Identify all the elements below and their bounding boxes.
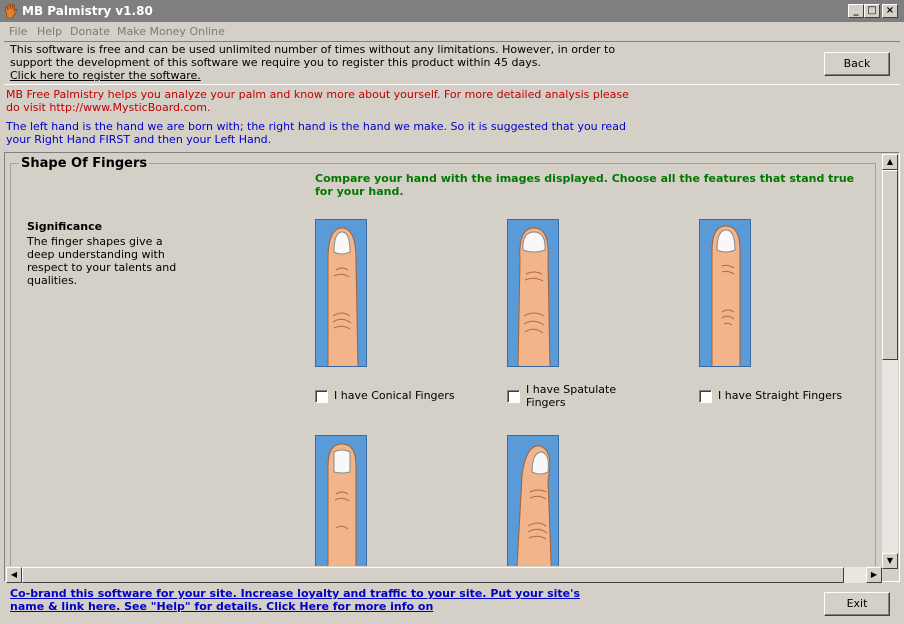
scroll-down-icon[interactable]: ▼ xyxy=(882,553,898,569)
back-button-label: Back xyxy=(843,57,871,70)
title-bar: MB Palmistry v1.80 _ □ × xyxy=(0,0,904,22)
straight-fingers-checkbox[interactable]: I have Straight Fingers xyxy=(699,389,869,403)
significance-text: The finger shapes give a deep understand… xyxy=(27,235,177,287)
registration-box: This software is free and can be used un… xyxy=(4,41,900,85)
minimize-button[interactable]: _ xyxy=(848,4,864,18)
menu-bar: File Help Donate Make Money Online xyxy=(0,22,904,41)
exit-button[interactable]: Exit xyxy=(824,592,890,616)
cobrand-link[interactable]: Co-brand this software for your site. In… xyxy=(10,587,610,617)
section-title: Shape Of Fingers xyxy=(19,156,150,171)
registration-text: This software is free and can be used un… xyxy=(10,43,616,69)
intro-red-text: MB Free Palmistry helps you analyze your… xyxy=(6,88,629,114)
knotty-finger-image xyxy=(507,435,559,566)
menu-help[interactable]: Help xyxy=(37,25,62,38)
checkbox-label: I have Straight Fingers xyxy=(718,389,843,402)
instruction-text: Compare your hand with the images displa… xyxy=(315,172,855,198)
vertical-scroll-thumb[interactable] xyxy=(882,170,898,360)
register-link[interactable]: Click here to register the software. xyxy=(10,69,201,82)
checkbox-label: I have Spatulate Fingers xyxy=(526,383,617,409)
scroll-viewport: Shape Of Fingers Compare your hand with … xyxy=(5,153,881,566)
checkbox-box[interactable] xyxy=(507,390,520,403)
scroll-right-icon[interactable]: ▶ xyxy=(866,567,882,583)
checkbox-label: I have Conical Fingers xyxy=(334,389,455,402)
conical-fingers-checkbox[interactable]: I have Conical Fingers xyxy=(315,389,495,403)
checkbox-box[interactable] xyxy=(699,390,712,403)
scroll-up-icon[interactable]: ▲ xyxy=(882,154,898,170)
conical-finger-image xyxy=(315,219,367,367)
significance-title: Significance xyxy=(27,220,103,233)
maximize-button[interactable]: □ xyxy=(864,4,880,18)
close-button[interactable]: × xyxy=(882,4,898,18)
straight-finger-image xyxy=(699,219,751,367)
square-finger-image xyxy=(315,435,367,566)
window-title: MB Palmistry v1.80 xyxy=(22,4,153,18)
scroll-left-icon[interactable]: ◀ xyxy=(6,567,22,583)
menu-file[interactable]: File xyxy=(9,25,27,38)
exit-button-label: Exit xyxy=(846,597,868,610)
back-button[interactable]: Back xyxy=(824,52,890,76)
horizontal-scrollbar[interactable]: ◀ ▶ xyxy=(6,567,882,583)
spatulate-finger-image xyxy=(507,219,559,367)
checkbox-box[interactable] xyxy=(315,390,328,403)
horizontal-scroll-thumb[interactable] xyxy=(22,567,844,583)
intro-blue-text: The left hand is the hand we are born wi… xyxy=(6,120,626,146)
menu-donate[interactable]: Donate xyxy=(70,25,110,38)
palm-icon xyxy=(4,3,18,19)
spatulate-fingers-checkbox[interactable]: I have Spatulate Fingers xyxy=(507,383,657,409)
vertical-scrollbar[interactable]: ▲ ▼ xyxy=(882,154,898,569)
content-panel: Shape Of Fingers Compare your hand with … xyxy=(4,152,900,583)
menu-make-money-online[interactable]: Make Money Online xyxy=(117,25,225,38)
